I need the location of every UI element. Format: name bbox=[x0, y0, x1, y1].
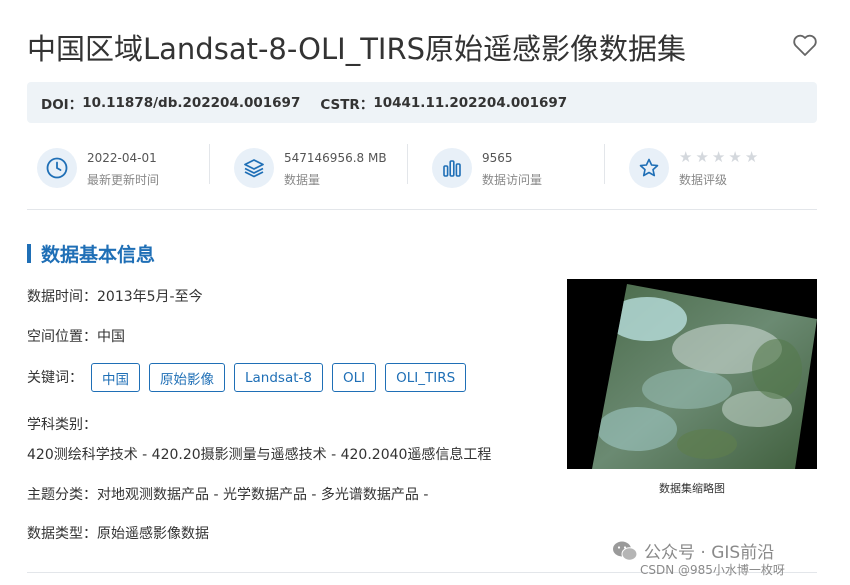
dataset-thumbnail[interactable] bbox=[567, 279, 817, 469]
info-type: 数据类型：原始遥感影像数据 bbox=[27, 523, 209, 543]
cstr-label: CSTR： bbox=[320, 96, 374, 113]
keyword-tag[interactable]: OLI_TIRS bbox=[385, 363, 467, 392]
star-icon bbox=[629, 148, 669, 188]
location-value: 中国 bbox=[97, 329, 125, 345]
doi-value[interactable]: 10.11878/db.202204.001697 bbox=[82, 95, 300, 111]
rating-star-icon[interactable]: ★ bbox=[745, 150, 758, 165]
keyword-tag[interactable]: 原始影像 bbox=[149, 363, 225, 392]
divider bbox=[209, 144, 210, 184]
time-value: 2013年5月-至今 bbox=[97, 289, 203, 305]
section-heading: 数据基本信息 bbox=[27, 240, 155, 266]
keyword-tag[interactable]: OLI bbox=[331, 363, 377, 392]
divider bbox=[407, 144, 408, 184]
keywords-label: 关键词： bbox=[27, 370, 83, 386]
section-title: 数据基本信息 bbox=[41, 243, 156, 266]
cstr-value[interactable]: 10441.11.202204.001697 bbox=[373, 95, 567, 111]
subject-label: 学科类别： bbox=[27, 417, 97, 433]
stat-size-label: 数据量 bbox=[284, 173, 321, 187]
keyword-tag[interactable]: Landsat-8 bbox=[234, 363, 323, 392]
divider bbox=[604, 144, 605, 184]
subject-value: 420测绘科学技术 - 420.20摄影测量与遥感技术 - 420.2040遥感… bbox=[27, 447, 492, 463]
rating-star-icon[interactable]: ★ bbox=[728, 150, 741, 165]
wechat-icon bbox=[613, 541, 638, 561]
stat-visits: 9565 数据访问量 bbox=[422, 144, 602, 190]
location-label: 空间位置： bbox=[27, 329, 97, 345]
keyword-tags: 中国 原始影像 Landsat-8 OLI OLI_TIRS bbox=[91, 363, 467, 392]
identifier-bar: DOI： 10.11878/db.202204.001697 CSTR： 104… bbox=[27, 82, 817, 123]
theme-value: 对地观测数据产品 - 光学数据产品 - 多光谱数据产品 - bbox=[97, 487, 429, 503]
info-time: 数据时间：2013年5月-至今 bbox=[27, 286, 203, 306]
page-title: 中国区域Landsat-8-OLI_TIRS原始遥感影像数据集 bbox=[27, 32, 687, 66]
layers-icon bbox=[234, 148, 274, 188]
rating-star-icon[interactable]: ★ bbox=[695, 150, 708, 165]
stats-row: 2022-04-01 最新更新时间 547146956.8 MB 数据量 956… bbox=[27, 140, 817, 210]
time-label: 数据时间： bbox=[27, 289, 97, 305]
favorite-heart-icon[interactable] bbox=[790, 30, 820, 60]
watermark-line1: 公众号 · GIS前沿 bbox=[644, 543, 775, 563]
keyword-tag[interactable]: 中国 bbox=[91, 363, 140, 392]
info-theme: 主题分类：对地观测数据产品 - 光学数据产品 - 多光谱数据产品 - bbox=[27, 484, 428, 504]
theme-label: 主题分类： bbox=[27, 487, 97, 503]
type-value: 原始遥感影像数据 bbox=[97, 526, 209, 542]
section-accent-bar bbox=[27, 243, 31, 263]
stat-visits-label: 数据访问量 bbox=[482, 173, 543, 187]
rating-star-icon[interactable]: ★ bbox=[679, 150, 692, 165]
thumbnail-caption: 数据集缩略图 bbox=[659, 482, 725, 495]
stat-update-label: 最新更新时间 bbox=[87, 173, 160, 187]
stat-data-size: 547146956.8 MB 数据量 bbox=[224, 144, 404, 190]
doi-label: DOI： bbox=[41, 96, 83, 113]
info-location: 空间位置：中国 bbox=[27, 326, 125, 346]
stat-update-value: 2022-04-01 bbox=[87, 151, 157, 165]
rating-stars[interactable]: ★ ★ ★ ★ ★ bbox=[679, 150, 758, 165]
stat-rating-label: 数据评级 bbox=[679, 173, 728, 187]
stat-rating: ★ ★ ★ ★ ★ 数据评级 bbox=[619, 144, 817, 190]
rating-star-icon[interactable]: ★ bbox=[712, 150, 725, 165]
bar-chart-icon bbox=[432, 148, 472, 188]
stat-visits-value: 9565 bbox=[482, 151, 513, 165]
stat-size-value: 547146956.8 MB bbox=[284, 151, 387, 165]
type-label: 数据类型： bbox=[27, 526, 97, 542]
stat-update-time: 2022-04-01 最新更新时间 bbox=[27, 144, 207, 190]
watermark: 公众号 · GIS前沿 bbox=[612, 538, 774, 563]
clock-icon bbox=[37, 148, 77, 188]
watermark-line2: CSDN @985小水博一枚呀 bbox=[640, 563, 785, 577]
